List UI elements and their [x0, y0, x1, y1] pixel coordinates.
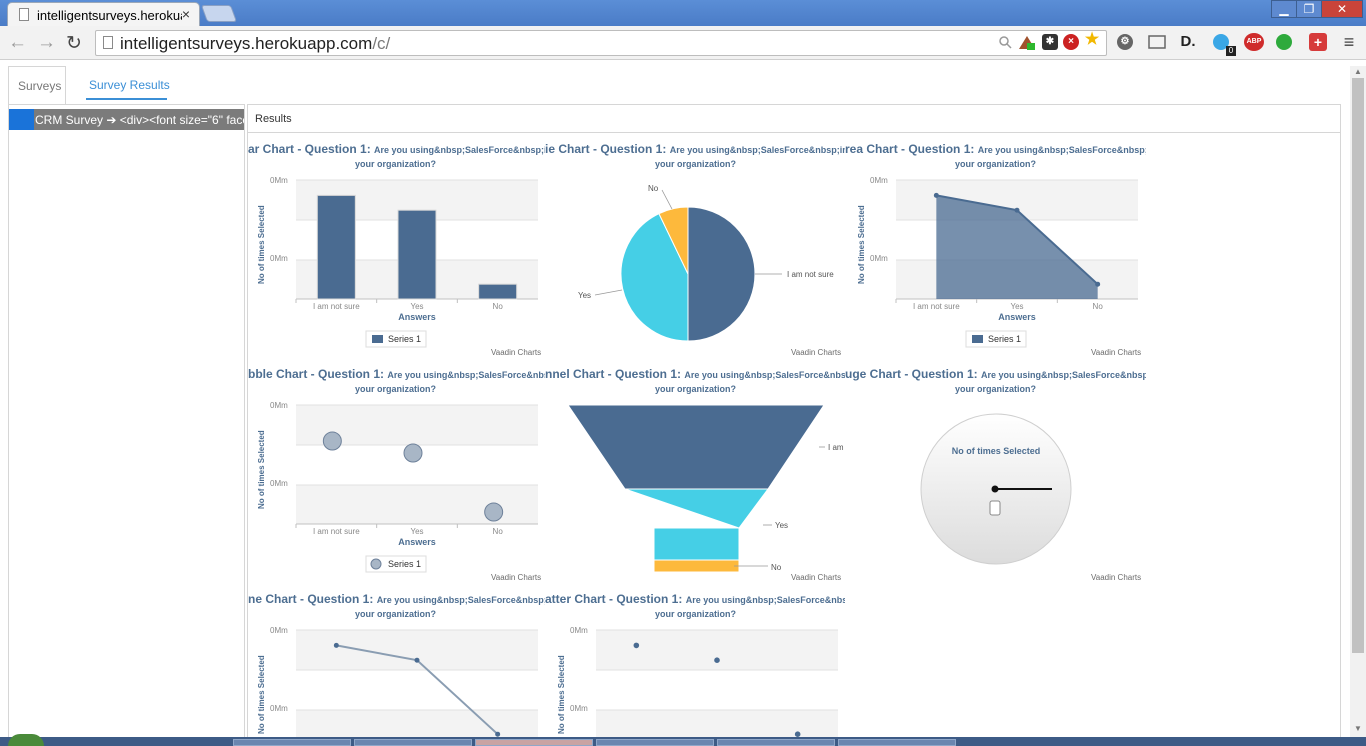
gauge-pivot [991, 485, 999, 493]
charts-canvas: 0Mm 0Mm No of times Selected I am not sure Y… [257, 176, 1141, 737]
gauge-value-box [989, 500, 1001, 516]
area-chart: 0Mm 0Mm No of times Selected I am not sure Y… [857, 176, 1138, 322]
gauge-chart: No of times Selected [920, 413, 1072, 565]
line-point [333, 642, 339, 648]
funnel-label: Yes [775, 521, 788, 530]
bar [316, 194, 356, 300]
taskbar-item[interactable] [596, 739, 714, 746]
pie-chart: I am not sure Yes No [578, 184, 834, 342]
chart-credit: Vaadin Charts [491, 348, 541, 357]
y-tick-label: 0Mm [270, 254, 288, 263]
y-tick-label: 0Mm [270, 704, 288, 713]
funnel-label: No [771, 563, 782, 572]
y-tick-label: 0Mm [270, 176, 288, 185]
scatter-chart: 0Mm 0Mm No of times Selected [557, 626, 838, 737]
bubble-point [403, 443, 423, 463]
pie-connector [661, 189, 673, 210]
x-axis-label: Answers [998, 312, 1036, 322]
bar-chart: 0Mm 0Mm No of times Selected I am not sure Y… [257, 176, 538, 322]
line-point [495, 731, 501, 737]
taskbar-item[interactable] [475, 739, 593, 746]
taskbar-item[interactable] [354, 739, 472, 746]
scroll-up-arrow[interactable]: ▲ [1352, 67, 1364, 76]
plot-band [296, 710, 538, 737]
plot-band [296, 630, 538, 670]
bubble-point [484, 502, 504, 522]
y-axis-label: No of times Selected [257, 430, 266, 509]
chart-credit: Vaadin Charts [1091, 573, 1141, 582]
taskbar-item[interactable] [233, 739, 351, 746]
y-axis-label: No of times Selected [857, 205, 866, 284]
taskbar-item[interactable] [838, 739, 956, 746]
legend-marker [370, 558, 382, 570]
legend-label: Series 1 [988, 334, 1021, 344]
bubble-point [322, 431, 342, 451]
x-tick-label: I am not sure [313, 302, 360, 311]
x-tick-label: Yes [410, 527, 423, 536]
y-tick-label: 0Mm [870, 254, 888, 263]
pie-label: I am not sure [787, 270, 834, 279]
scatter-point [633, 642, 640, 649]
legend-marker [972, 335, 983, 343]
y-axis-label: No of times Selected [557, 655, 566, 734]
x-tick-label: I am not sure [313, 527, 360, 536]
scatter-point [714, 657, 720, 663]
funnel-segment [567, 404, 825, 490]
x-tick-label: No [1093, 302, 1104, 311]
y-tick-label: 0Mm [270, 626, 288, 635]
x-tick-label: Yes [1010, 302, 1023, 311]
pie-connector [594, 289, 623, 296]
line-chart: 0Mm 0Mm No of times Selected [257, 626, 538, 737]
chart-credit: Vaadin Charts [491, 573, 541, 582]
funnel-chart: I am Yes No [567, 404, 844, 573]
x-axis-label: Answers [398, 312, 436, 322]
gauge-label: No of times Selected [952, 446, 1041, 456]
bar [478, 283, 518, 300]
x-tick-label: I am not sure [913, 302, 960, 311]
pie-slice [687, 206, 756, 342]
chart-credit: Vaadin Charts [791, 348, 841, 357]
legend-label: Series 1 [388, 559, 421, 569]
y-axis-label: No of times Selected [257, 655, 266, 734]
y-tick-label: 0Mm [270, 401, 288, 410]
bubble-chart: 0Mm 0Mm No of times Selected I am not sure Y… [257, 401, 538, 547]
funnel-segment [653, 559, 740, 573]
bar-legend: Series 1 [365, 330, 427, 348]
area-point [933, 192, 939, 198]
chart-credit: Vaadin Charts [1091, 348, 1141, 357]
area-point [1014, 207, 1020, 213]
area-legend: Series 1 [965, 330, 1027, 348]
bar [397, 209, 437, 300]
plot-band [596, 710, 838, 737]
line-point [414, 657, 420, 663]
bubble-legend: Series 1 [365, 555, 427, 573]
x-tick-label: No [493, 527, 504, 536]
plot-band [296, 485, 538, 524]
y-axis-label: No of times Selected [257, 205, 266, 284]
start-button[interactable] [8, 734, 44, 746]
plot-band [596, 630, 838, 670]
legend-marker [372, 335, 383, 343]
area-point [1095, 281, 1101, 287]
scrollbar-thumb[interactable] [1352, 78, 1364, 653]
x-tick-label: Yes [410, 302, 423, 311]
funnel-segment [624, 488, 769, 561]
funnel-label: I am [828, 443, 844, 452]
scroll-down-arrow[interactable]: ▼ [1352, 724, 1364, 733]
legend-label: Series 1 [388, 334, 421, 344]
x-tick-label: No [493, 302, 504, 311]
chart-credit: Vaadin Charts [791, 573, 841, 582]
x-axis-label: Answers [398, 537, 436, 547]
y-tick-label: 0Mm [270, 479, 288, 488]
y-tick-label: 0Mm [870, 176, 888, 185]
y-tick-label: 0Mm [570, 704, 588, 713]
charts-group: 0Mm 0Mm No of times Selected I am not sure Y… [257, 176, 1141, 737]
pie-label: Yes [578, 291, 591, 300]
pie-label: No [648, 184, 659, 193]
taskbar-item[interactable] [717, 739, 835, 746]
y-tick-label: 0Mm [570, 626, 588, 635]
